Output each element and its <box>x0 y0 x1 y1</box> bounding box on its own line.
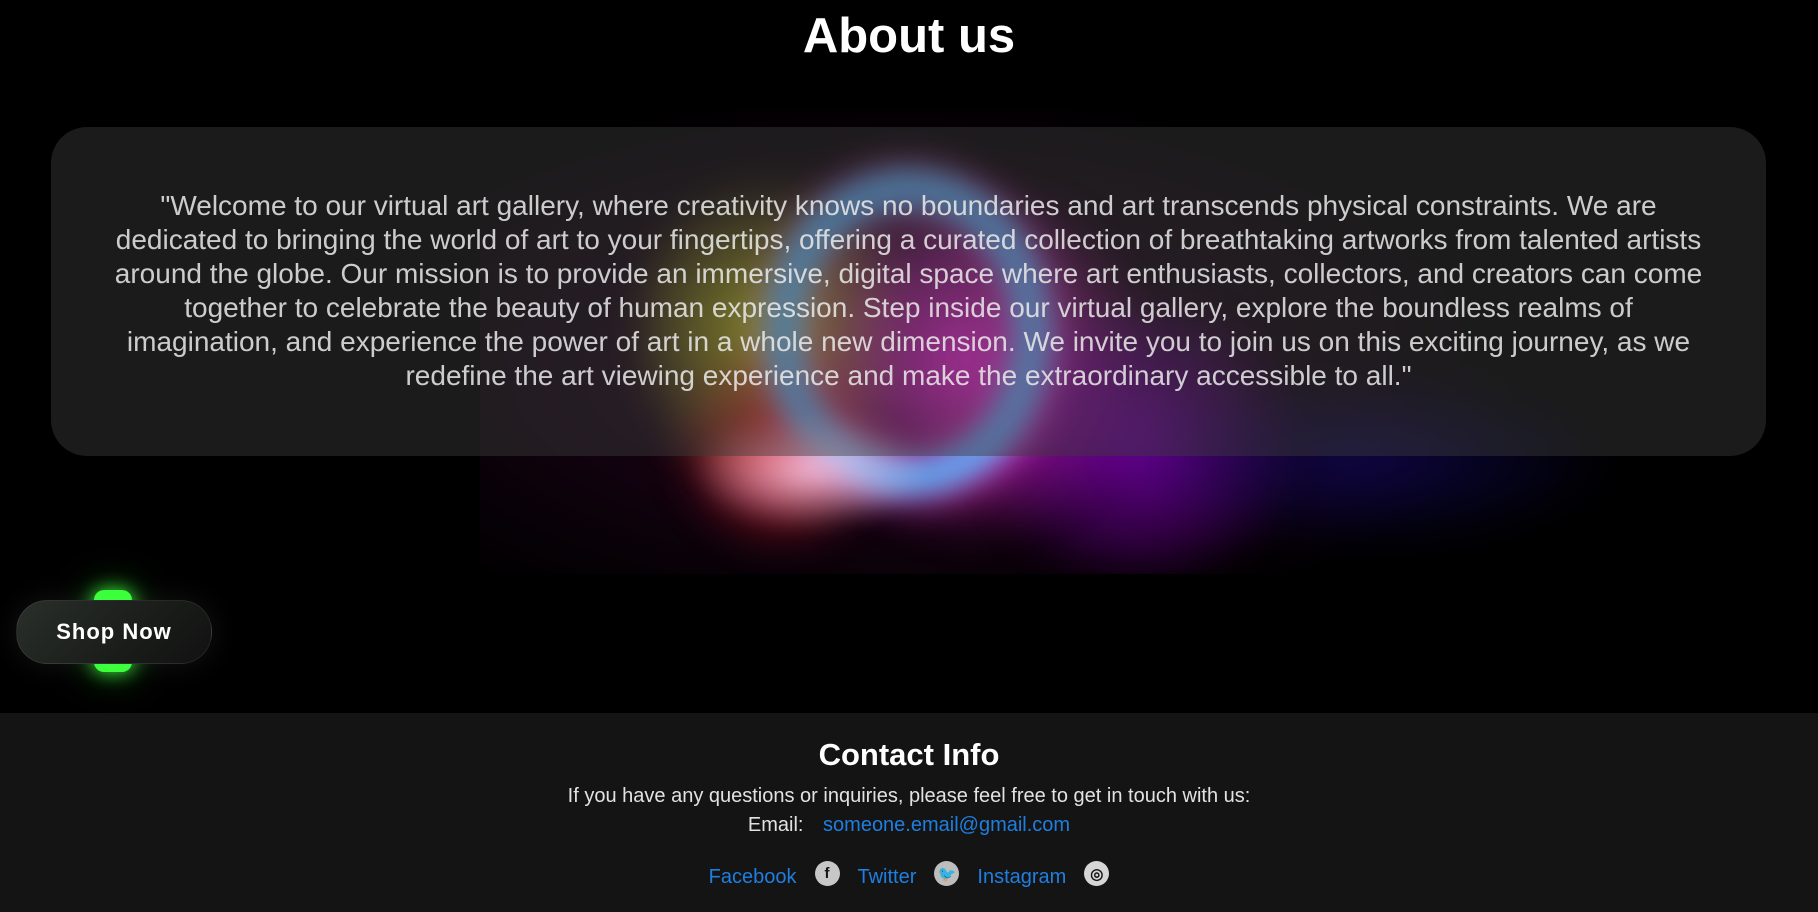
page: About us "Welcome to our virtual art gal… <box>0 0 1818 912</box>
email-label: Email: <box>747 814 804 836</box>
email-row: Email: someone.email@gmail.com <box>0 814 1818 837</box>
facebook-icon[interactable]: f <box>814 861 840 886</box>
twitter-link[interactable]: Twitter <box>858 866 917 889</box>
about-card: "Welcome to our virtual art gallery, whe… <box>51 127 1766 456</box>
footer: Contact Info If you have any questions o… <box>0 713 1818 912</box>
shop-now-wrapper: Shop Now <box>16 590 212 672</box>
instagram-link[interactable]: Instagram <box>977 866 1066 889</box>
contact-title: Contact Info <box>818 737 1000 772</box>
instagram-icon[interactable]: ◎ <box>1084 861 1110 886</box>
about-text: "Welcome to our virtual art gallery, whe… <box>114 190 1703 391</box>
email-link[interactable]: someone.email@gmail.com <box>823 814 1070 836</box>
shop-now-button[interactable]: Shop Now <box>16 600 212 664</box>
about-title: About us <box>802 9 1016 63</box>
twitter-icon[interactable]: 🐦 <box>934 861 960 886</box>
facebook-link[interactable]: Facebook <box>709 866 797 889</box>
contact-intro: If you have any questions or inquiries, … <box>567 785 1251 807</box>
social-links: Facebook f Twitter 🐦 Instagram ◎ <box>0 861 1818 889</box>
